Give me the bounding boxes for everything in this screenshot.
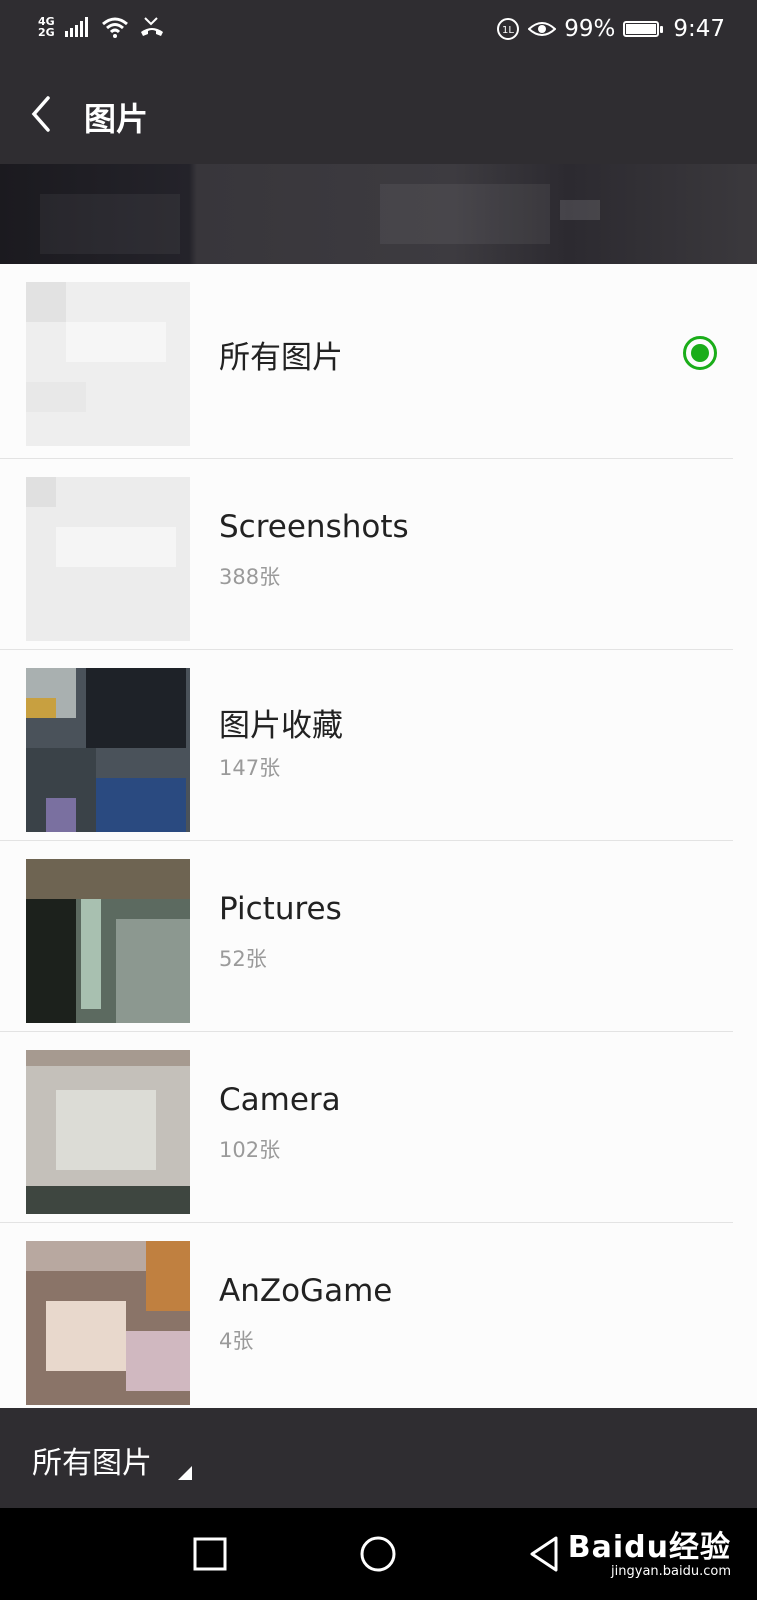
svg-text:1L: 1L [502, 25, 514, 36]
album-item-all[interactable]: 所有图片 [0, 264, 733, 459]
album-item-screenshots[interactable]: Screenshots 388张 [0, 459, 733, 650]
album-name: Camera [219, 1082, 341, 1118]
watermark-logo: Baidu经验 [567, 1530, 731, 1565]
album-count: 4张 [219, 1329, 254, 1353]
dimmed-background [0, 164, 757, 264]
back-button[interactable] [24, 90, 64, 138]
nav-back-button[interactable] [522, 1530, 570, 1578]
album-name: 图片收藏 [219, 708, 343, 744]
status-right: 1L 99% 9:47 [496, 16, 725, 42]
selected-radio[interactable] [683, 336, 717, 370]
album-count: 388张 [219, 565, 281, 589]
battery-percent: 99% [564, 16, 616, 42]
clock: 9:47 [673, 16, 725, 42]
album-count: 147张 [219, 756, 281, 780]
album-item-pictures[interactable]: Pictures 52张 [0, 841, 733, 1032]
album-count: 52张 [219, 947, 267, 971]
folder-selector-button[interactable]: 所有图片 [32, 1438, 152, 1482]
album-thumbnail [26, 282, 190, 446]
wifi-icon [101, 17, 128, 38]
album-list[interactable]: 所有图片 Screenshots 388张 图片收藏 147张 Pictures [0, 264, 757, 1408]
navigation-bar: Baidu经验 jingyan.baidu.com [0, 1508, 757, 1600]
triangle-back-icon [530, 1536, 558, 1572]
status-left: 4G 2G [38, 16, 165, 38]
circle-icon [360, 1536, 396, 1572]
album-item-camera[interactable]: Camera 102张 [0, 1032, 733, 1223]
album-thumbnail [26, 859, 190, 1023]
square-icon [193, 1537, 227, 1571]
album-thumbnail [26, 1050, 190, 1214]
page-title: 图片 [84, 100, 149, 138]
album-thumbnail [26, 668, 190, 832]
home-button[interactable] [354, 1530, 402, 1578]
chevron-left-icon [31, 96, 50, 132]
missed-call-icon [140, 17, 163, 36]
watermark-url: jingyan.baidu.com [611, 1564, 731, 1579]
album-name: 所有图片 [219, 340, 343, 376]
title-bar: 图片 [0, 64, 757, 164]
hd-call-icon: 1L [497, 18, 520, 40]
bottom-bar: 所有图片 [0, 1408, 757, 1508]
album-thumbnail [26, 477, 190, 641]
recents-button[interactable] [186, 1530, 234, 1578]
album-item-anzogame[interactable]: AnZoGame 4张 [0, 1223, 733, 1408]
network-bottom-label: 2G [38, 26, 55, 39]
eye-comfort-icon [528, 22, 557, 36]
dropdown-caret-icon [178, 1466, 192, 1480]
status-bar: 4G 2G 1L 99% 9:47 [0, 0, 757, 64]
baidu-watermark: Baidu经验 jingyan.baidu.com [568, 1522, 731, 1579]
album-name: Pictures [219, 891, 342, 927]
album-count: 102张 [219, 1138, 281, 1162]
album-name: AnZoGame [219, 1273, 393, 1309]
album-thumbnail [26, 1241, 190, 1405]
battery-icon [623, 21, 664, 37]
album-item-favorites[interactable]: 图片收藏 147张 [0, 650, 733, 841]
album-name: Screenshots [219, 509, 409, 545]
signal-icon [64, 17, 88, 37]
network-type-indicator: 4G 2G [38, 16, 55, 38]
